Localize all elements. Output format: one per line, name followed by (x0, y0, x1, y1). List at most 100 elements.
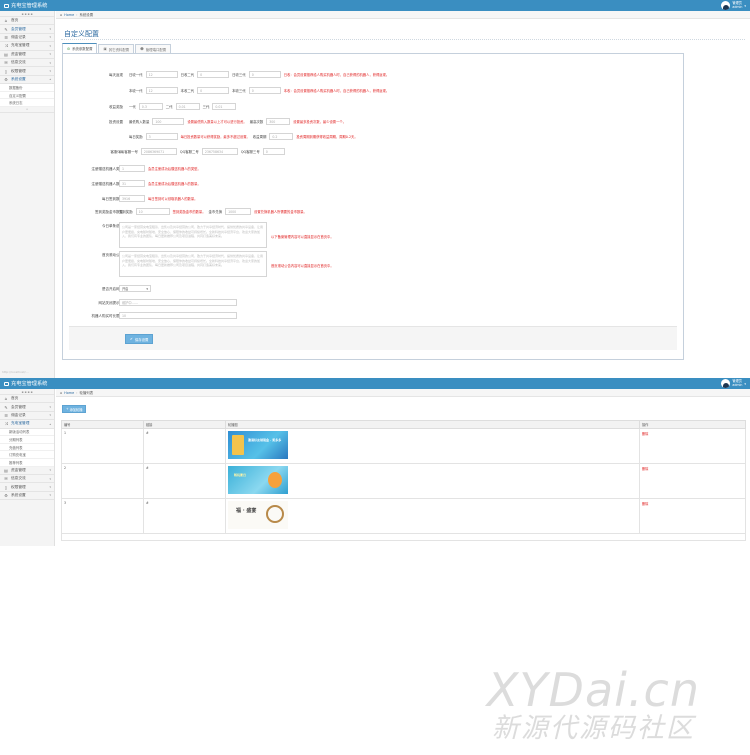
status-url: http://localhost/... (2, 370, 29, 374)
sidebar-item-label: 佣金记录 (11, 412, 26, 417)
home-notice-textarea[interactable]: 公司是一家经营充电宝租赁、出售以及共享经营的公司，致力于共享经济时代，提供优质的… (119, 251, 267, 277)
sidebar-subitem-referrals[interactable]: 推荐列表 (0, 458, 54, 467)
carousel-thumbnail[interactable]: 福 · 盛宴 (228, 501, 288, 529)
cell-link[interactable]: # (143, 428, 226, 464)
sidebar-subitem-recharge[interactable]: 充值列表 (0, 443, 54, 452)
sign-count-input[interactable]: 3916 (119, 195, 145, 202)
award-2-input[interactable]: 0.01 (175, 103, 200, 110)
sign-reward-input[interactable]: 10 (135, 208, 170, 215)
sidebar-collapse-button[interactable]: « (0, 107, 54, 113)
qq-1-input[interactable]: 2086369071 (140, 148, 177, 155)
sidebar-item-powerbank[interactable]: ⤨ 充电宝管理 ▴ (0, 420, 54, 429)
sidebar-item-permissions[interactable]: ▯ 权限管理 ▾ (0, 483, 54, 492)
carousel-thumbnail[interactable]: 邀请好友领现金 · 奖多多 (228, 431, 288, 459)
invest-max-input[interactable]: 300 (266, 118, 291, 125)
sidebar-item-label: 佣金记录 (11, 34, 26, 39)
sidebar-item-powerbank[interactable]: ⤨ 充电宝管理 ▾ (0, 42, 54, 51)
label-max-pay: 机器人购买时长限制 (91, 314, 124, 318)
user-menu[interactable]: 管理员 admin ▾ (721, 1, 746, 10)
sidebar-item-settings[interactable]: ⚙ 系统设置 ▴ (0, 76, 54, 85)
earn-a2-input[interactable]: 0 (197, 71, 230, 78)
earn-a3-input[interactable]: 0 (248, 71, 281, 78)
add-carousel-label: 添加轮播 (69, 407, 83, 412)
award-3-input[interactable]: 0.01 (212, 103, 237, 110)
award-1-input[interactable]: 0.3 (138, 103, 163, 110)
sidebar-subitem-logs[interactable]: 系统日志 (0, 99, 54, 107)
config-tabs: ⚙ 系统参数配置 ▣ 其它资料配置 ☻ 管理端口配置 (62, 43, 172, 53)
carousel-thumbnail[interactable]: 畅玩夏日 (228, 466, 288, 494)
earn-a1-input[interactable]: 12 (145, 71, 178, 78)
qq-3-input[interactable]: 0 (262, 148, 285, 155)
max-pay-input[interactable]: 10 (119, 312, 237, 319)
tab-other-info[interactable]: ▣ 其它资料配置 (98, 44, 135, 53)
qq-row: QQ客服一号 2086369071 QQ客服二号 236758634 QQ客服三… (119, 148, 285, 155)
invest-min-input[interactable]: 100 (152, 118, 185, 125)
tab-admin-port[interactable]: ☻ 管理端口配置 (135, 44, 172, 53)
page-title: 自定义配置 (64, 30, 99, 38)
add-carousel-button[interactable]: + 添加轮播 (62, 405, 87, 413)
sidebar-item-members[interactable]: ✎ 会员管理 ▾ (0, 403, 54, 412)
delete-link[interactable]: 删除 (642, 467, 648, 471)
sidebar-subitem-installments[interactable]: 分期列表 (0, 436, 54, 444)
tab-system-params[interactable]: ⚙ 系统参数配置 (62, 43, 98, 53)
cell-id: 2 (61, 463, 144, 499)
sidebar-item-home[interactable]: ⌂ 首页 (0, 17, 54, 26)
earn-b3-input[interactable]: 0 (248, 87, 281, 94)
breadcrumb-home[interactable]: Home (64, 13, 74, 17)
app-title: 充电宝管理系统 (11, 3, 48, 9)
reg-type-input[interactable]: 1 (119, 165, 145, 172)
sidebar-item-commission[interactable]: ☰ 佣金记录 ▾ (0, 412, 54, 421)
cell-link[interactable]: # (143, 498, 226, 534)
cell-image: 福 · 盛宴 (225, 498, 640, 534)
sidebar-item-messages[interactable]: ✉ 信息交流 ▾ (0, 475, 54, 484)
label-open: 是否开启网站 (102, 287, 123, 291)
user-menu[interactable]: 管理员 admin ▾ (721, 379, 746, 388)
sidebar-item-permissions[interactable]: ▯ 权限管理 ▾ (0, 67, 54, 76)
open-select[interactable]: 开启 ▾ (119, 285, 151, 292)
save-button[interactable]: ✔ 保存设置 (125, 334, 154, 344)
caret-down-icon: ▾ (744, 3, 746, 8)
sidebar-subitem-config[interactable]: 自定义配置 (0, 91, 54, 100)
label-qq: 客服QQ (110, 150, 123, 154)
sidebar-item-messages[interactable]: ✉ 信息交流 ▾ (0, 59, 54, 68)
earn-b2-input[interactable]: 0 (197, 87, 230, 94)
sidebar-item-home[interactable]: ⌂ 首页 (0, 395, 54, 404)
invest-hint-2: 设置最多投资次数，最少设置一个。 (293, 120, 346, 124)
label-notice: 今日单条说明 (102, 224, 123, 228)
delete-link[interactable]: 删除 (642, 502, 648, 506)
sidebar-item-label: 权限管理 (11, 68, 26, 73)
reg-type-hint: 会员注册成功后赠送机器人的类型。 (148, 167, 201, 171)
thumbnail-caption: 福 · 盛宴 (236, 508, 257, 514)
sidebar-item-funds[interactable]: ▤ 资金管理 ▾ (0, 467, 54, 475)
sidebar-subitem-orders[interactable]: 订购充电宝 (0, 451, 54, 459)
reward-daily-input[interactable]: 3 (145, 133, 178, 140)
close-msg-input[interactable]: 维护中…… (119, 299, 237, 306)
reward-cycle-input[interactable]: 0.2 (269, 133, 294, 140)
chevron-down-icon: ▾ (49, 476, 51, 481)
watermark: XYDai.cn 新源代源码社区 (487, 666, 700, 744)
reg-count-hint: 会员注册成功后赠送机器人的数量。 (148, 182, 201, 186)
sidebar-subitem-activities[interactable]: 新版活动列表 (0, 428, 54, 437)
app-title: 充电宝管理系统 (11, 381, 48, 387)
column-header: 链接 (143, 420, 226, 429)
thumbnail-caption: 畅玩夏日 (234, 473, 247, 477)
sidebar-item-label: 权限管理 (11, 484, 26, 489)
cell-link[interactable]: # (143, 463, 226, 499)
sidebar-item-commission[interactable]: ☰ 佣金记录 ▾ (0, 34, 54, 43)
table-header: 编号 链接 轮播图 操作 (61, 420, 746, 429)
qq-2-input[interactable]: 236758634 (201, 148, 238, 155)
sidebar-item-members[interactable]: ✎ 会员管理 ▾ (0, 25, 54, 34)
sidebar-item-settings[interactable]: ⚙ 系统设置 ▾ (0, 492, 54, 501)
empty-cell (61, 533, 746, 541)
coin-exchange-input[interactable]: 1000 (225, 208, 252, 215)
notice-textarea[interactable]: 公司是一家经营充电宝租赁、出售以及共享经营的公司，致力于共享经济时代，提供优质的… (119, 222, 267, 248)
delete-link[interactable]: 删除 (642, 432, 648, 436)
brand[interactable]: 充电宝管理系统 (4, 2, 47, 9)
field-label: 最高次数 (249, 120, 264, 124)
earn-b1-input[interactable]: 12 (145, 87, 178, 94)
brand[interactable]: 充电宝管理系统 (4, 380, 47, 387)
sidebar-subitem-backup[interactable]: 数据备份 (0, 84, 54, 92)
reg-count-input[interactable]: 31 (119, 180, 145, 187)
breadcrumb-home[interactable]: Home (64, 391, 74, 395)
sidebar-item-funds[interactable]: ▤ 资金管理 ▾ (0, 51, 54, 59)
